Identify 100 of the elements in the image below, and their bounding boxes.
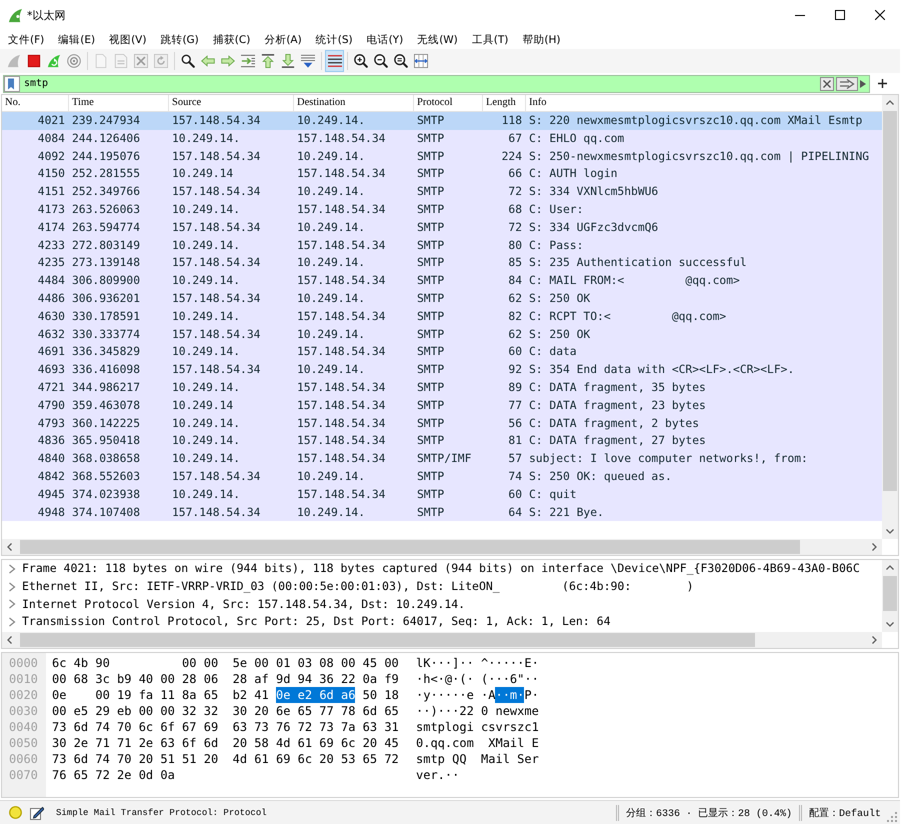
vertical-scrollbar[interactable]: [882, 95, 898, 539]
clear-icon[interactable]: [820, 76, 834, 90]
arrow-down-bar-icon[interactable]: [281, 54, 295, 68]
packet-row[interactable]: 4842 368.552603 157.148.54.34 10.249.14. SMTP 74 S: 250 OK: queued as.: [2, 468, 882, 486]
arrow-right-icon[interactable]: [221, 54, 235, 68]
ascii-text[interactable]: ·h<·@·(· (···6"··: [416, 671, 539, 687]
menu-item[interactable]: 电话(Y): [360, 30, 410, 48]
ascii-text[interactable]: ··)···22 0 newxme: [416, 703, 539, 719]
scrollbar-thumb[interactable]: [883, 111, 897, 491]
chevron-right-icon[interactable]: [8, 599, 16, 610]
filter-input[interactable]: smtp: [20, 76, 820, 90]
protocol-tree-item[interactable]: Internet Protocol Version 4, Src: 157.148.54.34, Dst: 10.249.14.: [22, 596, 466, 614]
caret-icon[interactable]: [860, 80, 866, 88]
zoom-in-icon[interactable]: [354, 54, 368, 68]
zoom-reset-icon[interactable]: [394, 54, 408, 68]
ascii-text[interactable]: 0.qq.com XMail E: [416, 735, 539, 751]
menu-item[interactable]: 帮助(H): [515, 30, 568, 48]
column-header[interactable]: Length: [486, 97, 516, 108]
zoom-out-icon[interactable]: [374, 54, 388, 68]
packet-row[interactable]: 4691 336.345829 10.249.14. 157.148.54.34 SMTP 60 C: data: [2, 343, 882, 362]
scrollbar-thumb[interactable]: [20, 633, 755, 647]
chevron-right-icon[interactable]: [8, 617, 16, 628]
hex-bytes[interactable]: 73 6d 74 70 6c 6f 67 69 63 73 76 72 73 7a 63 31: [52, 719, 399, 735]
resize-grip-icon[interactable]: [887, 812, 897, 822]
hex-bytes[interactable]: 50 18: [355, 687, 399, 703]
chevron-right-icon[interactable]: [8, 564, 16, 574]
ascii-text[interactable]: ·y·····e ·A: [416, 687, 496, 703]
close-icon[interactable]: [875, 10, 885, 20]
chevron-right-icon[interactable]: [8, 582, 16, 592]
hex-bytes[interactable]: 6c 4b 90 00 00 5e 00 01 03 08 00 45 00: [52, 655, 399, 671]
hex-bytes[interactable]: 00 e5 29 eb 00 00 32 32 30 20 6e 65 77 78 6d 65: [52, 703, 399, 719]
hex-bytes[interactable]: 73 6d 74 70 20 51 51 20 4d 61 69 6c 20 53 65 72: [52, 751, 399, 767]
menu-item[interactable]: 捕获(C): [206, 30, 258, 48]
scrollbar-thumb[interactable]: [883, 576, 897, 611]
search-icon[interactable]: [181, 54, 195, 68]
bookmark-icon[interactable]: [4, 76, 20, 92]
maximize-icon[interactable]: [835, 10, 845, 20]
column-header[interactable]: Protocol: [417, 97, 453, 108]
menu-item[interactable]: 工具(T): [464, 30, 516, 48]
packet-row[interactable]: 4151 252.349766 157.148.54.34 10.249.14. SMTP 72 S: 334 VXNlcm5hbWU6: [2, 183, 882, 201]
toggle-button[interactable]: [325, 50, 344, 72]
menu-item[interactable]: 文件(F): [1, 30, 52, 48]
column-header[interactable]: Time: [72, 97, 94, 108]
packet-row[interactable]: 4793 360.142225 10.249.14. 157.148.54.34 SMTP 56 C: DATA fragment, 2 bytes: [2, 414, 882, 432]
filter-field[interactable]: smtp: [3, 74, 870, 92]
packet-row[interactable]: 4630 330.178591 10.249.14. 157.148.54.34 SMTP 82 C: RCPT TO:< @qq.com>: [2, 308, 882, 326]
packet-row[interactable]: 4836 365.950418 10.249.14. 157.148.54.34 SMTP 81 C: DATA fragment, 27 bytes: [2, 432, 882, 450]
ascii-text[interactable]: ver.··: [416, 767, 460, 783]
profile-name[interactable]: 配置：Default: [808, 806, 881, 820]
menu-item[interactable]: 编辑(E): [51, 30, 102, 48]
arrow-left-icon[interactable]: [201, 54, 215, 68]
column-header[interactable]: Source: [172, 97, 202, 108]
packet-row[interactable]: 4173 263.526063 10.249.14. 157.148.54.34 SMTP 68 C: User:: [2, 200, 882, 219]
menu-item[interactable]: 视图(V): [102, 30, 154, 48]
packet-row[interactable]: 4840 368.038658 10.249.14. 157.148.54.34 SMTP/IMF 57 subject: I love computer networks!, from:: [2, 450, 882, 468]
horizontal-scrollbar[interactable]: [2, 632, 882, 648]
packet-row[interactable]: 4084 244.126406 10.249.14. 157.148.54.34 SMTP 67 C: EHLO qq.com: [2, 130, 882, 148]
stop-icon[interactable]: [27, 54, 41, 68]
hex-bytes[interactable]: 76 65 72 2e 0d 0a: [52, 767, 175, 783]
protocol-tree-item[interactable]: Transmission Control Protocol, Src Port: 25, Dst Port: 64017, Seq: 1, Ack: 1, Len: 64: [22, 613, 611, 632]
column-header[interactable]: Destination: [297, 97, 346, 108]
apply-arrow-icon[interactable]: [836, 76, 858, 90]
menu-item[interactable]: 跳转(G): [153, 30, 206, 48]
packet-row[interactable]: 4021 239.247934 157.148.54.34 10.249.14. SMTP 118 S: 220 newxmesmtplogicsvrszc10.qq.com XMail Esmtp: [2, 112, 882, 130]
add-icon[interactable]: [878, 79, 887, 88]
column-header[interactable]: No.: [5, 97, 20, 108]
arrow-up-bar-icon[interactable]: [261, 54, 275, 68]
scrollbar-thumb[interactable]: [20, 540, 800, 554]
status-dot-icon[interactable]: [9, 806, 22, 819]
packet-row[interactable]: 4092 244.195076 157.148.54.34 10.249.14. SMTP 224 S: 250-newxmesmtplogicsvrszc10.qq.com | PIPELINING: [2, 148, 882, 166]
packet-row[interactable]: 4174 263.594774 157.148.54.34 10.249.14. SMTP 72 S: 334 UGFzc3dvcmQ6: [2, 218, 882, 237]
ascii-text[interactable]: P·: [524, 687, 539, 703]
vertical-scrollbar[interactable]: [882, 560, 898, 632]
menu-item[interactable]: 统计(S): [308, 30, 360, 48]
protocol-tree-item[interactable]: Ethernet II, Src: IETF-VRRP-VRID_03 (00:00:5e:00:01:03), Dst: LiteON_ (6c:4b:90: ): [22, 578, 694, 596]
packet-row[interactable]: 4948 374.107408 157.148.54.34 10.249.14. SMTP 64 S: 221 Bye.: [2, 504, 882, 522]
packet-row[interactable]: 4945 374.023938 10.249.14. 157.148.54.34 SMTP 60 C: quit: [2, 486, 882, 504]
packet-row[interactable]: 4484 306.809900 10.249.14. 157.148.54.34 SMTP 84 C: MAIL FROM:< @qq.com>: [2, 272, 882, 290]
ascii-text[interactable]: lK···]·· ^·····E·: [416, 655, 539, 671]
menu-item[interactable]: 分析(A): [257, 30, 309, 48]
packet-row[interactable]: 4150 252.281555 10.249.14 157.148.54.34 SMTP 66 C: AUTH login: [2, 165, 882, 184]
list-arrow-icon[interactable]: [241, 54, 255, 68]
hex-bytes[interactable]: 00 68 3c b9 40 00 28 06 28 af 9d 94 36 22 0a f9: [52, 671, 399, 687]
packet-row[interactable]: 4486 306.936201 157.148.54.34 10.249.14. SMTP 62 S: 250 OK: [2, 290, 882, 308]
packet-row[interactable]: 4693 336.416098 157.148.54.34 10.249.14. SMTP 92 S: 354 End data with <CR><LF>.<CR><LF>.: [2, 361, 882, 379]
packet-row[interactable]: 4790 359.463078 10.249.14 157.148.54.34 SMTP 77 C: DATA fragment, 23 bytes: [2, 396, 882, 415]
protocol-tree-item[interactable]: Frame 4021: 118 bytes on wire (944 bits), 118 bytes captured (944 bits) on interface \Device\NPF_{F3020D06-4B69-43A0-B06C: [22, 560, 860, 578]
hex-bytes[interactable]: 0e e2 6d a6: [276, 687, 356, 703]
packet-row[interactable]: 4721 344.986217 10.249.14. 157.148.54.34 SMTP 89 C: DATA fragment, 35 bytes: [2, 378, 882, 397]
horizontal-scrollbar[interactable]: [2, 539, 882, 555]
column-header[interactable]: Info: [529, 97, 546, 108]
packet-row[interactable]: 4233 272.803149 10.249.14. 157.148.54.34 SMTP 80 C: Pass:: [2, 236, 882, 254]
packet-row[interactable]: 4235 273.139148 157.148.54.34 10.249.14. SMTP 85 S: 235 Authentication successful: [2, 254, 882, 272]
lines-down-icon[interactable]: [301, 54, 315, 68]
hex-bytes[interactable]: 30 2e 71 71 2e 63 6f 6d 20 58 4d 61 69 6c 20 45: [52, 735, 399, 751]
resize-columns-icon[interactable]: [414, 54, 428, 68]
ring-icon[interactable]: [67, 54, 81, 68]
hex-bytes[interactable]: 0e 00 19 fa 11 8a 65 b2 41: [52, 687, 276, 703]
ascii-text[interactable]: smtplogi csvrszc1: [416, 719, 539, 735]
menu-item[interactable]: 无线(W): [410, 30, 465, 48]
